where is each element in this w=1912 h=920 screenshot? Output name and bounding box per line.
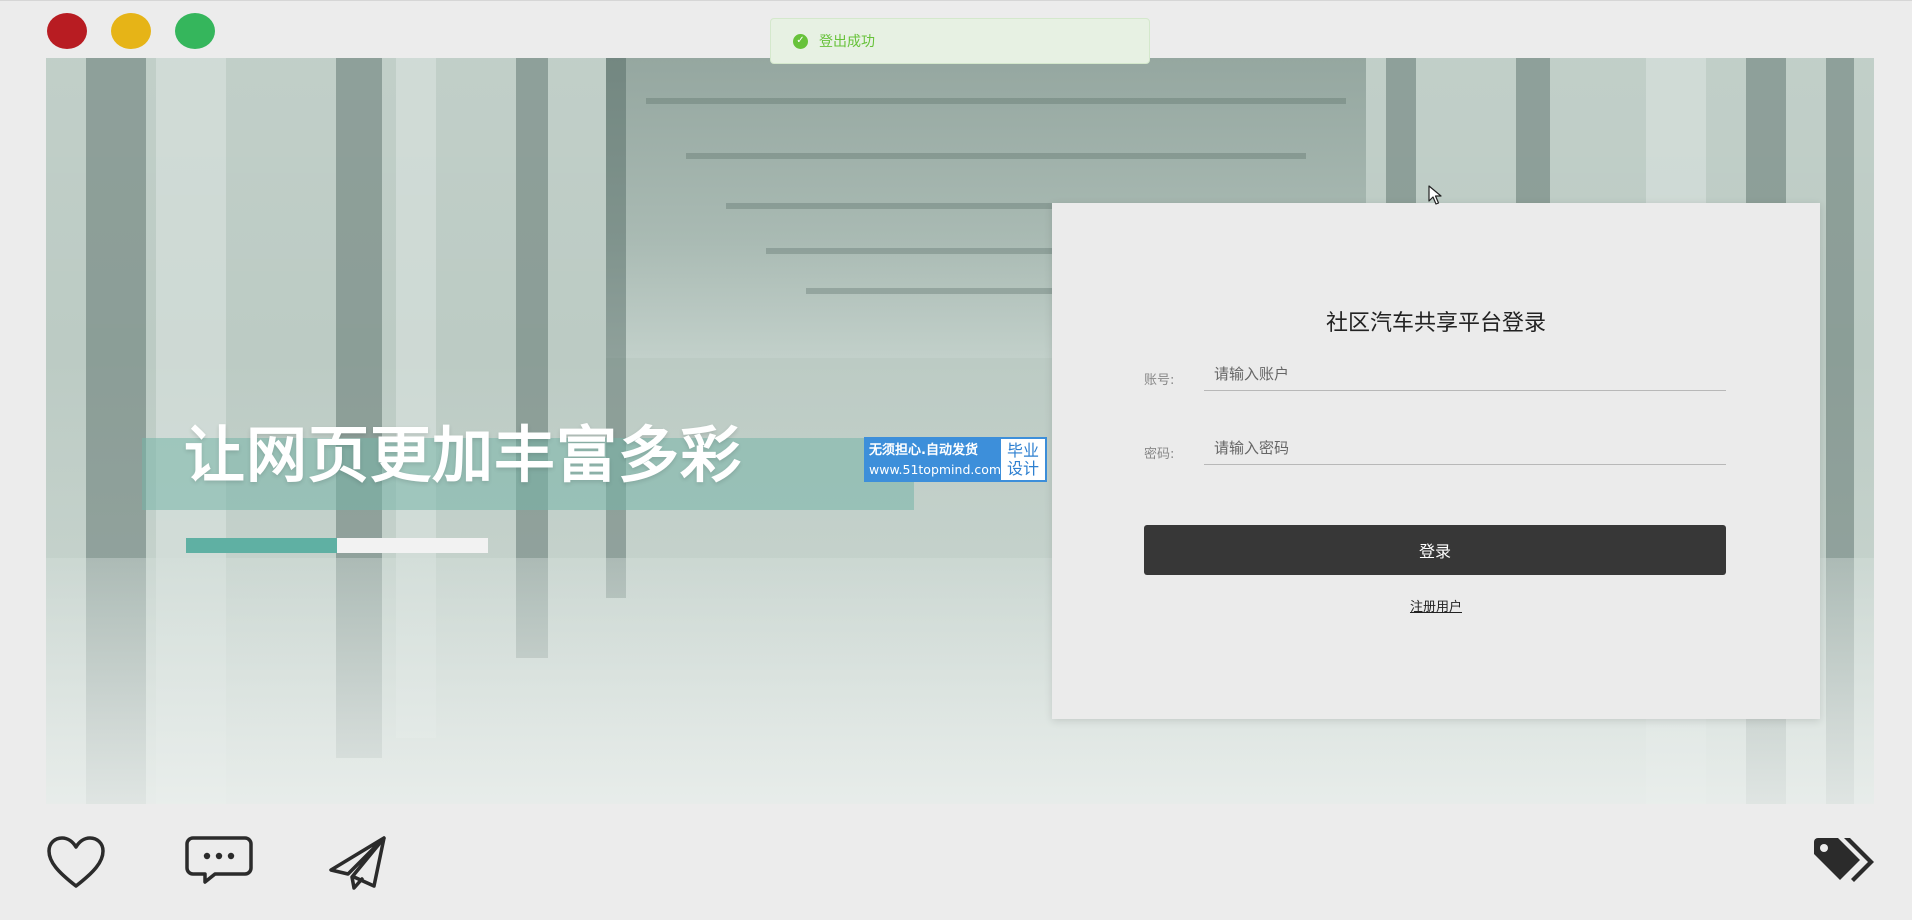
ad-badge-tag: 毕业 设计 [1001,439,1045,480]
password-label: 密码: [1144,447,1175,462]
check-circle-icon: ✓ [793,33,808,49]
hero-beam [686,153,1306,159]
hero-heading: 让网页更加丰富多彩 [184,420,743,491]
ad-badge-text: 无须担心.自动发货 www.51topmind.com [866,439,1001,480]
ad-badge-tag-line2: 设计 [1007,458,1040,478]
toast-message: 登出成功 [819,34,875,50]
ad-badge-line1: 无须担心.自动发货 [869,442,978,458]
register-link[interactable]: 注册用户 [1052,596,1820,615]
frame-top-border [0,0,1912,1]
password-input[interactable] [1204,431,1726,465]
mouse-cursor-icon [1428,185,1442,205]
ad-badge-url: www.51topmind.com [869,461,1002,477]
account-input[interactable] [1204,357,1726,391]
login-button[interactable]: 登录 [1144,525,1726,575]
logout-success-toast: ✓ 登出成功 [770,18,1150,64]
tags-icon[interactable] [1812,836,1876,884]
hero-progress-fill [186,538,337,553]
hero-progress-bar [186,538,488,553]
comment-icon[interactable] [185,836,253,884]
window-minimize-button[interactable] [111,13,151,49]
window-maximize-button[interactable] [175,13,215,49]
ad-badge[interactable]: 无须担心.自动发货 www.51topmind.com 毕业 设计 [864,437,1047,482]
login-card: 社区汽车共享平台登录 账号: 密码: 登录 注册用户 [1052,203,1820,719]
hero-column [606,58,626,598]
hero-beam [646,98,1346,104]
heart-icon[interactable] [46,836,106,890]
account-label: 账号: [1144,373,1175,388]
login-title: 社区汽车共享平台登录 [1325,311,1546,336]
ad-badge-tag-line1: 毕业 [1007,440,1040,460]
send-icon[interactable] [328,836,388,890]
window-close-button[interactable] [47,13,87,49]
